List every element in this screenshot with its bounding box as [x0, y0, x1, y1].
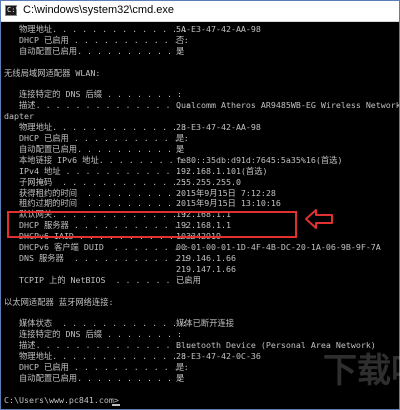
console-value: 媒体已断开连接 — [176, 318, 235, 329]
cmd-window: C:\ C:\windows\system32\cmd.exe 物理地址. . … — [0, 0, 400, 410]
console-label: 自动配置已启用. . . . . . . . . . : — [4, 372, 182, 383]
console-label: 无线局域网适配器 WLAN: — [4, 67, 101, 78]
console-value: 是 — [176, 45, 185, 56]
console-value: Qualcomm Atheros AR9485WB-EG Wireless Ne… — [176, 100, 399, 111]
cmd-icon: C:\ — [5, 5, 20, 16]
left-arrow-icon — [305, 209, 333, 229]
watermark: 下载吧 — [323, 351, 400, 391]
text-cursor — [112, 403, 120, 406]
console-label: DNS 服务器 . . . . . . . . . . . : — [4, 252, 189, 263]
console-value: 已启用 — [176, 274, 201, 285]
console-label: 以太网适配器 蓝牙网络连接: — [4, 296, 114, 307]
console-label: 自动配置已启用. . . . . . . . . . : — [4, 45, 182, 56]
dns-highlight-box — [7, 211, 297, 238]
console-label: TCPIP 上的 NetBIOS . . . . . . . : — [4, 274, 191, 285]
title-bar[interactable]: C:\ C:\windows\system32\cmd.exe — [1, 1, 399, 22]
window-title: C:\windows\system32\cmd.exe — [23, 4, 174, 16]
console-label: C:\Users\www.pc841.com> — [4, 394, 119, 405]
console-value: 是 — [176, 372, 185, 383]
